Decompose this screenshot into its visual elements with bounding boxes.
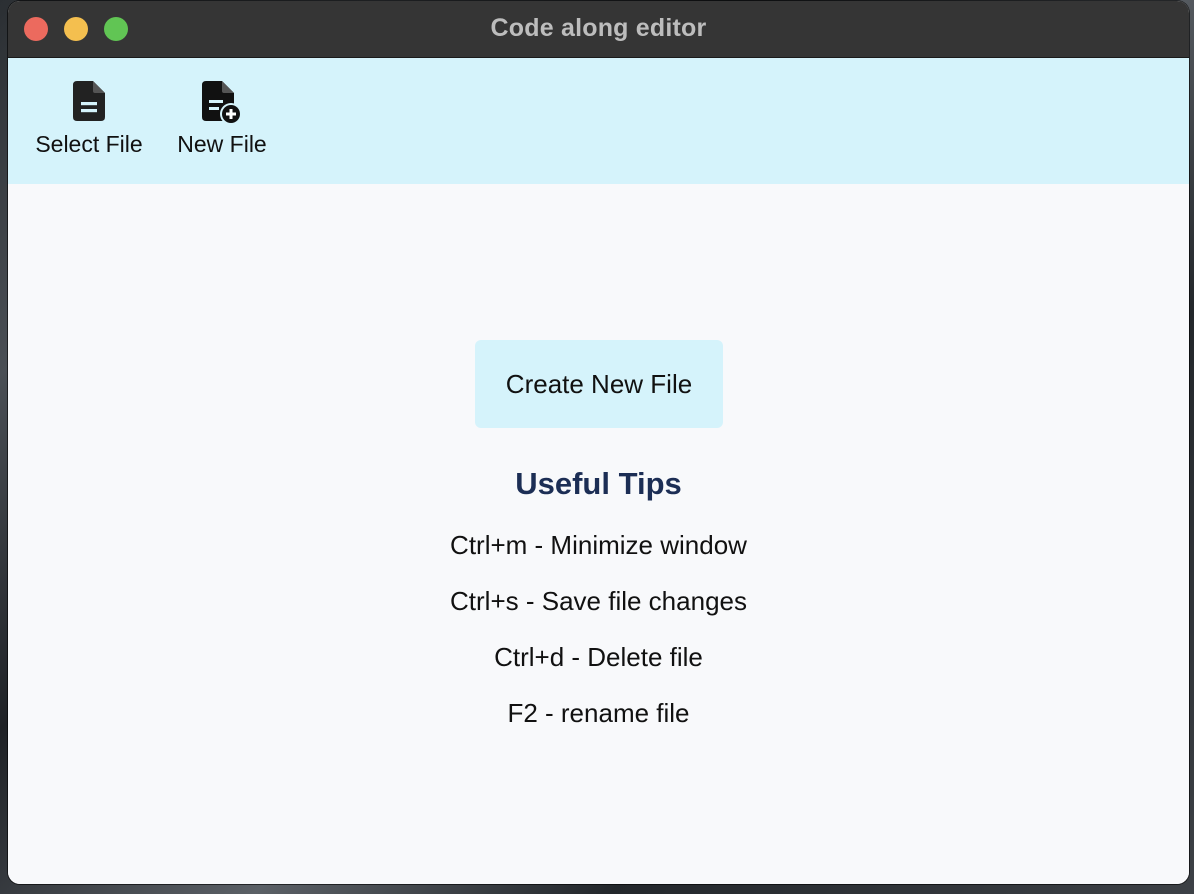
app-window: Code along editor Select File New File C… <box>8 1 1189 884</box>
new-file-label: New File <box>177 131 267 157</box>
tip-item: F2 - rename file <box>507 698 690 728</box>
main-content: Create New File Useful Tips Ctrl+m - Min… <box>8 184 1189 884</box>
tip-item: Ctrl+m - Minimize window <box>450 530 747 560</box>
window-title: Code along editor <box>490 14 707 42</box>
tips-heading: Useful Tips <box>515 466 682 501</box>
file-plus-icon <box>200 80 244 126</box>
select-file-label: Select File <box>35 131 143 157</box>
select-file-button[interactable]: Select File <box>30 80 148 158</box>
toolbar: Select File New File <box>8 58 1189 184</box>
new-file-button[interactable]: New File <box>170 80 274 158</box>
tip-item: Ctrl+s - Save file changes <box>450 586 747 616</box>
title-bar[interactable]: Code along editor <box>8 1 1189 58</box>
tip-item: Ctrl+d - Delete file <box>494 642 703 672</box>
create-new-file-button[interactable]: Create New File <box>475 340 723 428</box>
file-text-icon <box>67 80 111 126</box>
